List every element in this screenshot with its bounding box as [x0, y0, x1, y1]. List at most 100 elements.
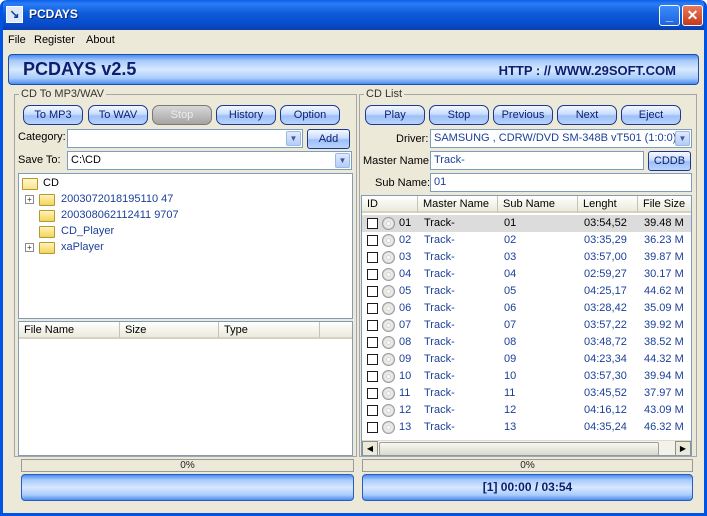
- tree-item[interactable]: 200308062112411 9707: [25, 208, 225, 224]
- cd-icon: [382, 421, 395, 434]
- track-checkbox[interactable]: [367, 337, 378, 348]
- expand-icon[interactable]: +: [25, 243, 34, 252]
- track-master-name: Track-: [424, 217, 455, 229]
- table-row[interactable]: 06 Track- 06 03:28,42 35.09 M: [362, 300, 691, 317]
- col-file-name[interactable]: File Name: [19, 322, 120, 339]
- table-row[interactable]: 09 Track- 09 04:23,34 44.32 M: [362, 351, 691, 368]
- col-length[interactable]: Lenght: [578, 196, 638, 213]
- playback-status: [1] 00:00 / 03:54: [362, 474, 693, 501]
- track-file-size: 35.09 M: [644, 302, 684, 314]
- save-to-value: C:\CD: [71, 154, 101, 166]
- col-master-name[interactable]: Master Name: [418, 196, 498, 213]
- table-row[interactable]: 12 Track- 12 04:16,12 43.09 M: [362, 402, 691, 419]
- add-category-button[interactable]: Add: [307, 129, 350, 149]
- track-file-size: 37.97 M: [644, 387, 684, 399]
- track-checkbox[interactable]: [367, 235, 378, 246]
- master-name-input[interactable]: Track-: [430, 151, 644, 170]
- track-checkbox[interactable]: [367, 354, 378, 365]
- chevron-down-icon[interactable]: ▼: [335, 153, 350, 168]
- left-status-bar: [21, 474, 354, 501]
- next-button[interactable]: Next: [557, 105, 617, 125]
- track-list[interactable]: ID Master Name Sub Name Lenght File Size…: [361, 195, 692, 456]
- cddb-button[interactable]: CDDB: [648, 151, 691, 171]
- tree-root[interactable]: CD: [22, 176, 122, 192]
- menu-file[interactable]: File: [8, 34, 26, 46]
- tree-item[interactable]: + 2003072018195110 47: [25, 192, 225, 208]
- scroll-left-icon[interactable]: ◀: [362, 441, 378, 455]
- track-length: 03:57,22: [584, 319, 627, 331]
- track-checkbox[interactable]: [367, 422, 378, 433]
- folder-open-icon: [22, 178, 38, 190]
- track-checkbox[interactable]: [367, 388, 378, 399]
- chevron-down-icon[interactable]: ▼: [286, 131, 301, 146]
- sub-name-input[interactable]: 01: [430, 173, 692, 192]
- track-file-size: 43.09 M: [644, 404, 684, 416]
- table-row[interactable]: 08 Track- 08 03:48,72 38.52 M: [362, 334, 691, 351]
- chevron-down-icon[interactable]: ▼: [675, 131, 690, 146]
- table-row[interactable]: 07 Track- 07 03:57,22 39.92 M: [362, 317, 691, 334]
- track-master-name: Track-: [424, 251, 455, 263]
- track-file-size: 39.94 M: [644, 370, 684, 382]
- col-sub-name[interactable]: Sub Name: [498, 196, 578, 213]
- menu-about[interactable]: About: [86, 34, 115, 46]
- track-master-name: Track-: [424, 319, 455, 331]
- category-select[interactable]: ▼: [67, 129, 303, 148]
- play-button[interactable]: Play: [365, 105, 425, 125]
- table-row[interactable]: 03 Track- 03 03:57,00 39.87 M: [362, 249, 691, 266]
- track-checkbox[interactable]: [367, 252, 378, 263]
- option-button[interactable]: Option: [280, 105, 340, 125]
- title-bar[interactable]: ↘ PCDAYS _ ✕: [3, 0, 704, 30]
- history-button[interactable]: History: [216, 105, 276, 125]
- track-checkbox[interactable]: [367, 405, 378, 416]
- eject-button[interactable]: Eject: [621, 105, 681, 125]
- track-checkbox[interactable]: [367, 269, 378, 280]
- folder-tree[interactable]: CD + 2003072018195110 47 200308062112411…: [18, 173, 353, 319]
- track-master-name: Track-: [424, 353, 455, 365]
- menu-register[interactable]: Register: [34, 34, 75, 46]
- close-button[interactable]: ✕: [682, 5, 703, 26]
- table-row[interactable]: 13 Track- 13 04:35,24 46.32 M: [362, 419, 691, 436]
- window-title: PCDAYS: [29, 7, 78, 21]
- table-row[interactable]: 01 Track- 01 03:54,52 39.48 M: [362, 215, 691, 232]
- save-to-select[interactable]: C:\CD ▼: [67, 151, 352, 170]
- track-sub-name: 06: [504, 302, 517, 314]
- horizontal-scrollbar[interactable]: ◀ ▶: [362, 440, 691, 455]
- file-list[interactable]: File Name Size Type: [18, 321, 353, 456]
- track-master-name: Track-: [424, 285, 455, 297]
- cd-icon: [382, 285, 395, 298]
- header-banner: PCDAYS v2.5 HTTP : // WWW.29SOFT.COM: [8, 54, 699, 85]
- driver-select[interactable]: SAMSUNG , CDRW/DVD SM-348B vT501 (1:0:0)…: [430, 129, 692, 148]
- table-row[interactable]: 05 Track- 05 04:25,17 44.62 M: [362, 283, 691, 300]
- track-id: 05: [399, 285, 412, 297]
- table-row[interactable]: 11 Track- 11 03:45,52 37.97 M: [362, 385, 691, 402]
- to-mp3-button[interactable]: To MP3: [23, 105, 83, 125]
- track-checkbox[interactable]: [367, 303, 378, 314]
- folder-icon: [39, 226, 55, 238]
- tree-item[interactable]: + xaPlayer: [25, 240, 225, 256]
- table-row[interactable]: 10 Track- 10 03:57,30 39.94 M: [362, 368, 691, 385]
- track-checkbox[interactable]: [367, 320, 378, 331]
- cd-icon: [382, 319, 395, 332]
- scroll-right-icon[interactable]: ▶: [675, 441, 691, 455]
- col-file-size[interactable]: File Size: [638, 196, 691, 213]
- track-checkbox[interactable]: [367, 286, 378, 297]
- track-checkbox[interactable]: [367, 371, 378, 382]
- stop-button[interactable]: Stop: [429, 105, 489, 125]
- col-size[interactable]: Size: [120, 322, 219, 339]
- previous-button[interactable]: Previous: [493, 105, 553, 125]
- track-checkbox[interactable]: [367, 218, 378, 229]
- track-master-name: Track-: [424, 302, 455, 314]
- col-type[interactable]: Type: [219, 322, 320, 339]
- website-link[interactable]: HTTP : // WWW.29SOFT.COM: [499, 63, 676, 78]
- stop-convert-button[interactable]: Stop: [152, 105, 212, 125]
- scroll-thumb[interactable]: [379, 442, 659, 455]
- expand-icon[interactable]: +: [25, 195, 34, 204]
- tree-item[interactable]: CD_Player: [25, 224, 225, 240]
- track-sub-name: 07: [504, 319, 517, 331]
- table-row[interactable]: 02 Track- 02 03:35,29 36.23 M: [362, 232, 691, 249]
- col-id[interactable]: ID: [362, 196, 418, 213]
- table-row[interactable]: 04 Track- 04 02:59,27 30.17 M: [362, 266, 691, 283]
- to-wav-button[interactable]: To WAV: [88, 105, 148, 125]
- track-sub-name: 13: [504, 421, 517, 433]
- minimize-button[interactable]: _: [659, 5, 680, 26]
